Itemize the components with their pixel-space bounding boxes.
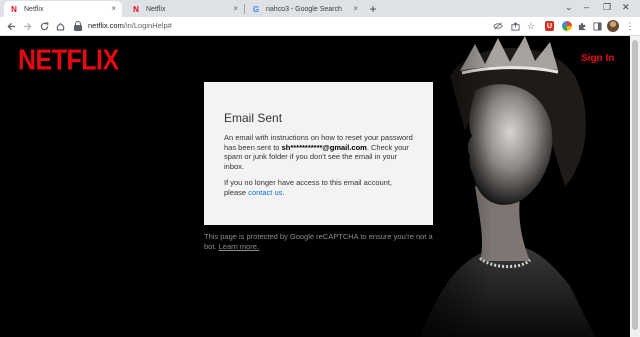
masked-email: sh***********@gmail.com (281, 142, 367, 152)
address-bar[interactable]: netflix.com/in/LoginHelp# (88, 21, 172, 30)
share-icon[interactable] (509, 20, 521, 32)
url-path: /in/LoginHelp# (123, 21, 172, 30)
restore-icon[interactable]: ❐ (603, 2, 611, 13)
recaptcha-notice: This page is protected by Google reCAPTC… (204, 232, 440, 252)
side-panel-icon[interactable] (591, 20, 603, 32)
tab-strip: N Netflix × N Netflix × G nahco3 - Googl… (0, 0, 640, 17)
url-host: netflix.com (88, 21, 124, 30)
lock-icon[interactable] (74, 21, 82, 31)
tab-google-search[interactable]: G nahco3 - Google Search × (246, 1, 364, 17)
extension-shield-icon[interactable]: U (545, 21, 554, 31)
tab-title: nahco3 - Google Search (266, 5, 342, 13)
extensions-puzzle-icon[interactable] (576, 20, 588, 32)
forward-icon[interactable] (20, 19, 34, 33)
tab-title: Netflix (146, 5, 166, 13)
learn-more-link[interactable]: Learn more. (219, 242, 259, 251)
minimize-icon[interactable]: – (584, 2, 589, 12)
netflix-logo[interactable]: NETFLIX (18, 44, 119, 77)
scrollbar-thumb[interactable] (632, 40, 638, 330)
star-icon[interactable]: ☆ (525, 20, 537, 32)
close-window-icon[interactable]: ✕ (622, 2, 630, 13)
instructions-text: An email with instructions on how to res… (224, 133, 413, 171)
email-sent-card: Email Sent An email with instructions on… (204, 82, 433, 225)
reload-icon[interactable] (37, 19, 51, 33)
netflix-favicon-icon: N (133, 4, 139, 14)
kebab-menu-icon[interactable]: ⋮ (624, 20, 636, 32)
no-access-text: If you no longer have access to this ema… (224, 178, 413, 197)
eye-off-icon[interactable] (492, 20, 504, 32)
tab-separator (244, 4, 245, 14)
new-tab-button[interactable]: + (366, 2, 380, 16)
card-title: Email Sent (224, 111, 283, 125)
profile-avatar[interactable] (607, 20, 619, 32)
page-scrollbar[interactable] (630, 36, 640, 337)
close-tab-icon[interactable]: × (233, 4, 238, 13)
back-icon[interactable] (4, 19, 18, 33)
netflix-favicon-icon: N (11, 4, 17, 14)
google-favicon-icon: G (252, 4, 260, 14)
tab-search-icon[interactable]: ⌄ (565, 2, 573, 13)
netflix-login-help-page: NETFLIX Sign In Email Sent An email with… (0, 36, 630, 337)
close-tab-icon[interactable]: × (111, 4, 116, 13)
no-access-period: . (282, 187, 285, 197)
tab-netflix-active[interactable]: N Netflix × (4, 1, 122, 17)
contact-us-link[interactable]: contact us (248, 188, 282, 197)
tab-netflix[interactable]: N Netflix × (126, 1, 244, 17)
home-icon[interactable] (53, 19, 67, 33)
tab-title: Netflix (24, 5, 44, 13)
sign-in-link[interactable]: Sign In (581, 53, 614, 64)
browser-toolbar: netflix.com/in/LoginHelp# ☆ U ⋮ (0, 17, 640, 36)
close-tab-icon[interactable]: × (353, 4, 358, 13)
extension-color-icon[interactable] (562, 21, 572, 31)
